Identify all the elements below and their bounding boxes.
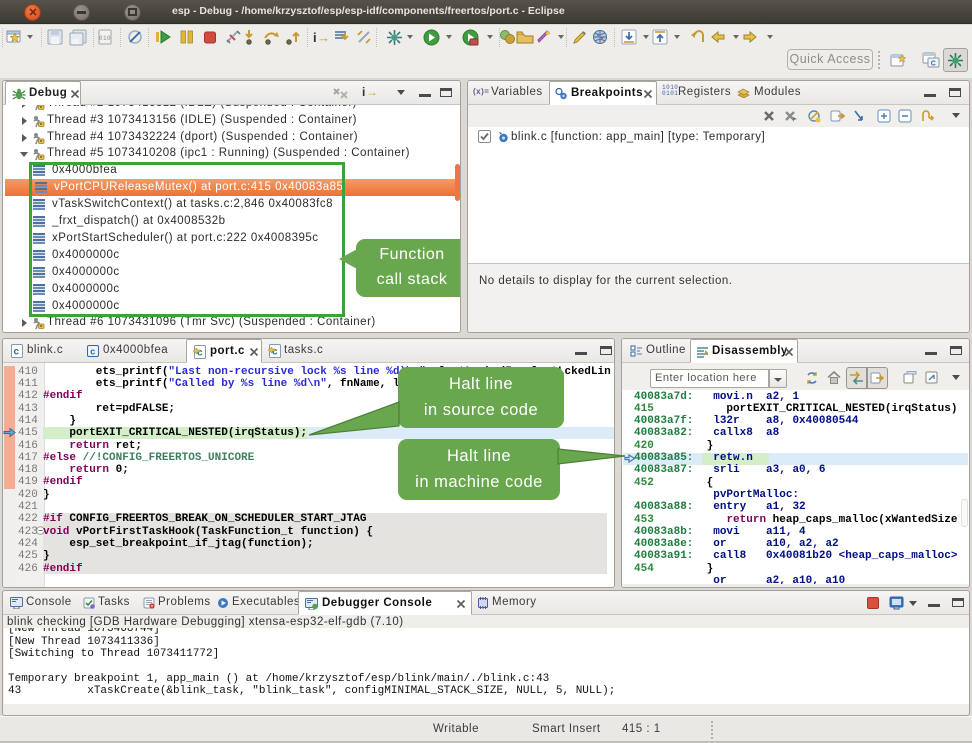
svg-text:c: c xyxy=(90,347,96,357)
svg-text:c: c xyxy=(13,347,19,358)
svg-text:c: c xyxy=(197,348,203,359)
svg-text:010: 010 xyxy=(99,35,111,42)
svg-text:C: C xyxy=(931,61,937,68)
svg-text:c: c xyxy=(272,347,278,358)
